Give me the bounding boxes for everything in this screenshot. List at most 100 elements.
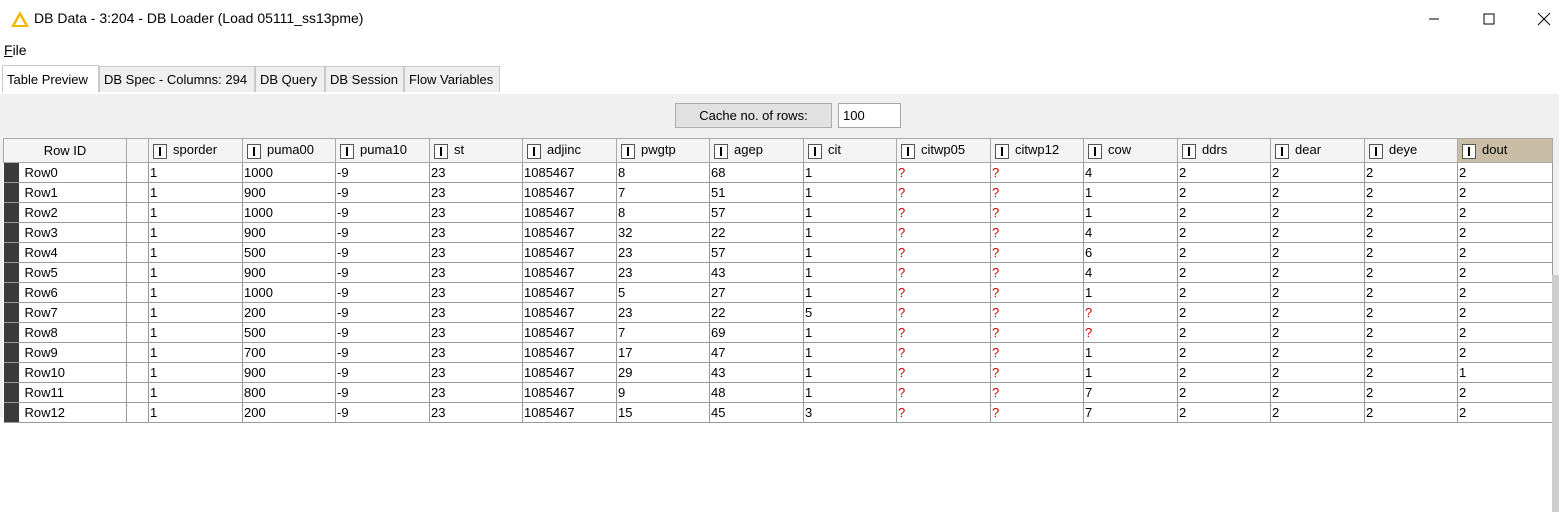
table-row[interactable]: Row4 1 500 -9 23 1085467 23 57 1?? 6 2 2 2 2 <box>3 242 1553 263</box>
table-cell[interactable]: 1 <box>1083 202 1178 223</box>
table-row[interactable]: Row8 1 500 -9 23 1085467 7 69 1??? 2 2 2 2 <box>3 322 1553 343</box>
table-cell[interactable]: 7 <box>616 182 710 203</box>
table-cell[interactable]: ? <box>896 242 991 263</box>
table-cell[interactable]: ? <box>896 222 991 243</box>
table-row[interactable]: Row0 1 1000 -9 23 1085467 8 68 1?? 4 2 2 2 2 <box>3 162 1553 183</box>
table-cell[interactable]: 1 <box>148 282 243 303</box>
table-cell[interactable]: ? <box>896 342 991 363</box>
table-cell[interactable]: 4 <box>1083 162 1178 183</box>
table-cell[interactable]: 200 <box>242 402 336 423</box>
table-cell[interactable]: 2 <box>1457 202 1553 223</box>
table-cell[interactable]: ? <box>896 182 991 203</box>
table-cell[interactable]: -9 <box>335 262 430 283</box>
table-cell[interactable]: 2 <box>1177 382 1271 403</box>
table-cell[interactable]: 1 <box>803 182 897 203</box>
table-cell[interactable]: -9 <box>335 302 430 323</box>
table-cell[interactable]: ? <box>896 382 991 403</box>
table-cell[interactable]: 45 <box>709 402 804 423</box>
table-cell[interactable]: ? <box>990 402 1084 423</box>
table-cell[interactable]: 900 <box>242 222 336 243</box>
column-header-cit[interactable]: cit <box>803 138 897 163</box>
table-cell[interactable]: 2 <box>1270 382 1365 403</box>
table-cell[interactable]: 900 <box>242 362 336 383</box>
row-id-cell[interactable]: Row2 <box>3 202 127 223</box>
menu-file[interactable]: File <box>4 42 27 58</box>
table-cell[interactable]: 2 <box>1177 362 1271 383</box>
table-cell[interactable]: 1 <box>148 382 243 403</box>
table-cell[interactable]: 1 <box>1083 362 1178 383</box>
table-cell[interactable]: 3 <box>803 402 897 423</box>
table-cell[interactable]: 23 <box>429 162 523 183</box>
table-cell[interactable]: 1 <box>803 382 897 403</box>
table-cell[interactable]: -9 <box>335 282 430 303</box>
table-cell[interactable]: 1 <box>803 162 897 183</box>
table-cell[interactable]: 1 <box>803 322 897 343</box>
table-cell[interactable]: ? <box>990 222 1084 243</box>
table-cell[interactable]: ? <box>990 202 1084 223</box>
column-header-cow[interactable]: cow <box>1083 138 1178 163</box>
table-row[interactable]: Row7 1 200 -9 23 1085467 23 22 5??? 2 2 2 2 <box>3 302 1553 323</box>
table-cell[interactable]: 1 <box>803 242 897 263</box>
table-cell[interactable]: 2 <box>1270 262 1365 283</box>
table-cell[interactable]: 7 <box>1083 382 1178 403</box>
tab-flow-variables[interactable]: Flow Variables <box>404 66 500 92</box>
table-cell[interactable]: 2 <box>1457 262 1553 283</box>
table-cell[interactable]: 1085467 <box>522 242 617 263</box>
column-header-agep[interactable]: agep <box>709 138 804 163</box>
column-header-puma00[interactable]: puma00 <box>242 138 336 163</box>
row-id-cell[interactable]: Row12 <box>3 402 127 423</box>
table-cell[interactable]: 1085467 <box>522 362 617 383</box>
table-cell[interactable]: 1 <box>803 262 897 283</box>
table-cell[interactable]: 2 <box>1364 402 1458 423</box>
table-cell[interactable]: 2 <box>1364 242 1458 263</box>
table-cell[interactable]: ? <box>1083 322 1178 343</box>
table-cell[interactable]: 23 <box>429 202 523 223</box>
table-cell[interactable]: 2 <box>1270 402 1365 423</box>
table-cell[interactable]: 1 <box>803 222 897 243</box>
table-cell[interactable]: 2 <box>1364 382 1458 403</box>
table-cell[interactable]: 1 <box>148 262 243 283</box>
table-cell[interactable]: 2 <box>1364 202 1458 223</box>
table-cell[interactable]: 2 <box>1270 202 1365 223</box>
table-cell[interactable]: 1 <box>1083 182 1178 203</box>
table-cell[interactable]: 1 <box>148 322 243 343</box>
table-cell[interactable]: 1 <box>148 222 243 243</box>
table-cell[interactable]: 2 <box>1177 302 1271 323</box>
table-cell[interactable]: 48 <box>709 382 804 403</box>
column-header-puma10[interactable]: puma10 <box>335 138 430 163</box>
table-cell[interactable]: 1085467 <box>522 182 617 203</box>
table-cell[interactable]: 23 <box>429 322 523 343</box>
table-cell[interactable]: ? <box>896 362 991 383</box>
row-id-cell[interactable]: Row9 <box>3 342 127 363</box>
table-cell[interactable]: ? <box>990 322 1084 343</box>
row-id-cell[interactable]: Row7 <box>3 302 127 323</box>
row-id-cell[interactable]: Row4 <box>3 242 127 263</box>
table-cell[interactable]: ? <box>896 302 991 323</box>
table-cell[interactable]: 700 <box>242 342 336 363</box>
table-cell[interactable]: 500 <box>242 322 336 343</box>
table-cell[interactable]: 43 <box>709 362 804 383</box>
table-cell[interactable]: 2 <box>1270 302 1365 323</box>
table-cell[interactable]: 2 <box>1457 242 1553 263</box>
table-cell[interactable]: 500 <box>242 242 336 263</box>
table-cell[interactable]: ? <box>990 262 1084 283</box>
table-cell[interactable]: ? <box>990 182 1084 203</box>
table-cell[interactable]: 1 <box>803 282 897 303</box>
table-cell[interactable]: 2 <box>1177 282 1271 303</box>
row-id-cell[interactable]: Row11 <box>3 382 127 403</box>
table-cell[interactable]: ? <box>896 282 991 303</box>
table-cell[interactable]: 57 <box>709 202 804 223</box>
table-cell[interactable]: -9 <box>335 162 430 183</box>
table-cell[interactable]: 23 <box>429 242 523 263</box>
table-row[interactable]: Row10 1 900 -9 23 1085467 29 43 1?? 1 2 2 2 1 <box>3 362 1553 383</box>
table-cell[interactable]: 23 <box>429 362 523 383</box>
table-cell[interactable]: 2 <box>1457 402 1553 423</box>
table-cell[interactable]: 1 <box>1083 342 1178 363</box>
table-row[interactable]: Row11 1 800 -9 23 1085467 9 48 1?? 7 2 2 2 2 <box>3 382 1553 403</box>
table-cell[interactable]: 2 <box>1177 402 1271 423</box>
table-cell[interactable]: 900 <box>242 262 336 283</box>
table-cell[interactable]: 7 <box>1083 402 1178 423</box>
table-cell[interactable]: -9 <box>335 222 430 243</box>
table-cell[interactable]: 2 <box>1270 322 1365 343</box>
table-cell[interactable]: 1085467 <box>522 202 617 223</box>
